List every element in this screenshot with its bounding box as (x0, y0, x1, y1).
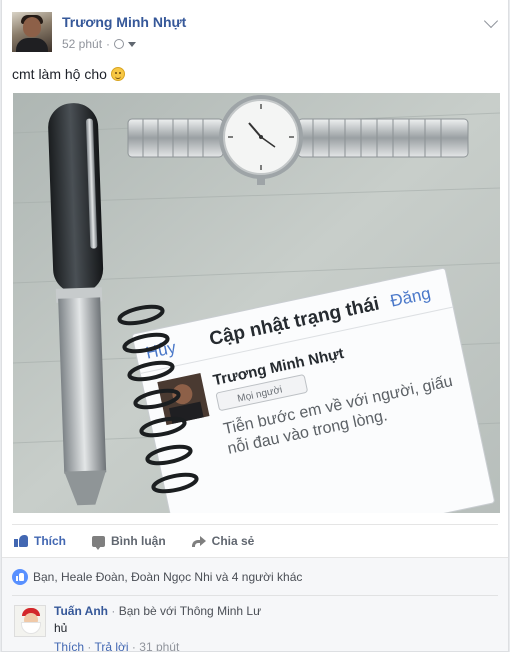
reactions-text[interactable]: Bạn, Heale Đoàn, Đoàn Ngọc Nhi và 4 ngườ… (33, 570, 302, 584)
reactions-summary[interactable]: Bạn, Heale Đoàn, Đoàn Ngọc Nhi và 4 ngườ… (12, 568, 498, 586)
commenter-avatar[interactable] (14, 605, 46, 637)
post-text: cmt làm hộ cho (12, 66, 125, 82)
comment-icon (92, 535, 105, 550)
post-footer: Bạn, Heale Đoàn, Đoàn Ngọc Nhi và 4 ngườ… (2, 557, 508, 651)
post-card: Trương Minh Nhựt 52 phút · cmt làm hộ ch… (1, 0, 509, 652)
comment-button[interactable]: Bình luận (92, 534, 166, 550)
like-button[interactable]: Thích (14, 534, 66, 548)
post-time[interactable]: 52 phút (62, 37, 102, 51)
comment-text: hủ (54, 621, 68, 635)
commenter-relation: Bạn bè với Thông Minh Lư (118, 604, 262, 618)
author-avatar[interactable] (12, 12, 52, 52)
share-arrow-icon (191, 535, 206, 547)
post-text-content: cmt làm hộ cho (12, 66, 107, 82)
like-reaction-icon (12, 569, 28, 585)
comment-reply-link[interactable]: Trả lời (94, 640, 128, 651)
comment-like-link[interactable]: Thích (54, 640, 84, 651)
divider (12, 595, 498, 596)
comment-label: Bình luận (111, 534, 166, 548)
chevron-down-icon[interactable] (483, 13, 499, 29)
thumbs-up-icon (14, 535, 28, 547)
slightly-smiling-face-icon (110, 67, 125, 81)
comment-header: Tuấn Anh · Bạn bè với Thông Minh Lư (54, 604, 262, 618)
author-name[interactable]: Trương Minh Nhựt (62, 14, 186, 30)
caret-down-icon[interactable] (128, 41, 137, 47)
like-label: Thích (34, 534, 66, 548)
comment-item: Tuấn Anh · Bạn bè với Thông Minh Lư hủ T… (12, 603, 498, 652)
commenter-name[interactable]: Tuấn Anh (54, 604, 108, 618)
photo-illustration: Hủy Cập nhật trạng thái Đăng Trương Minh… (13, 93, 500, 513)
comment-time[interactable]: 31 phút (139, 640, 179, 651)
post-photo[interactable]: Hủy Cập nhật trạng thái Đăng Trương Minh… (13, 93, 500, 513)
globe-icon[interactable] (114, 39, 125, 49)
post-actions: Thích Bình luận Chia sẻ (12, 524, 498, 557)
post-header: Trương Minh Nhựt 52 phút · (12, 12, 499, 54)
share-label: Chia sẻ (211, 534, 255, 548)
share-button[interactable]: Chia sẻ (191, 534, 255, 548)
post-meta: 52 phút · (62, 37, 137, 51)
comment-actions: Thích · Trả lời · 31 phút (54, 640, 180, 652)
